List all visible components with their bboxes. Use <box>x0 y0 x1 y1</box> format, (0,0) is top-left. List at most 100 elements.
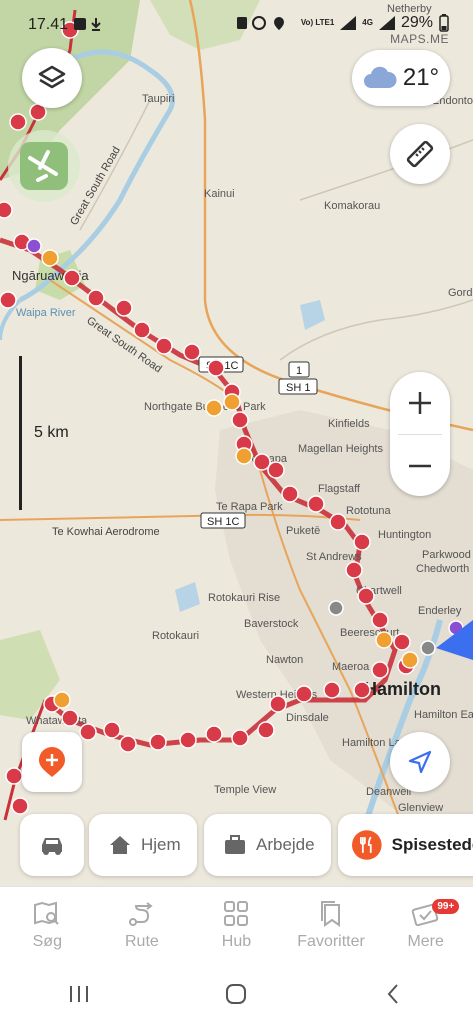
notification-icons <box>74 16 106 37</box>
map-pin[interactable] <box>0 201 13 219</box>
layers-icon <box>38 65 66 89</box>
map-label: Enderley <box>418 605 462 617</box>
map-label: Te Kowhai Aerodrome <box>52 526 160 538</box>
map-pin[interactable] <box>231 729 249 747</box>
map-pin[interactable] <box>61 709 79 727</box>
map-pin-orange[interactable] <box>375 631 393 649</box>
nav-more-label: Mere <box>407 933 444 950</box>
map-pin[interactable] <box>11 797 29 815</box>
map-pin[interactable] <box>103 721 121 739</box>
map-label: Huntington <box>378 529 431 541</box>
navigation-arrow-icon <box>408 750 432 774</box>
map-pin-orange[interactable] <box>223 393 241 411</box>
recent-apps-icon[interactable] <box>67 984 91 1004</box>
map-pin[interactable] <box>155 337 173 355</box>
map-pin-orange[interactable] <box>41 249 59 267</box>
map-pin[interactable] <box>0 291 17 309</box>
zoom-in-button[interactable] <box>390 372 450 434</box>
map-pin[interactable] <box>353 533 371 551</box>
map-pin[interactable] <box>205 725 223 743</box>
map-pin[interactable] <box>183 343 201 361</box>
map-label: Gordonton <box>448 287 473 299</box>
chip-restaurants-label: Spisesteder <box>391 835 473 854</box>
map-pin-orange[interactable] <box>235 447 253 465</box>
chip-home[interactable]: Hjem <box>89 814 197 876</box>
map-pin-orange[interactable] <box>53 691 71 709</box>
home-icon <box>110 836 130 854</box>
map-pin-purple[interactable] <box>26 238 42 254</box>
ruler-icon <box>406 140 434 168</box>
map-label: Parkwood <box>422 549 471 561</box>
map-pin[interactable] <box>371 661 389 679</box>
chip-work[interactable]: Arbejde <box>204 814 331 876</box>
map-pin[interactable] <box>281 485 299 503</box>
map-pin[interactable] <box>323 681 341 699</box>
restaurant-icon <box>352 830 382 860</box>
map-pin[interactable] <box>115 299 133 317</box>
home-nav-icon[interactable] <box>224 982 248 1006</box>
map-pin[interactable] <box>269 695 287 713</box>
scale-bar <box>19 356 22 510</box>
map-label: Temple View <box>214 784 276 796</box>
map-pin[interactable] <box>345 561 363 579</box>
map-pin[interactable] <box>329 513 347 531</box>
map-pin[interactable] <box>267 461 285 479</box>
scale-label: 5 km <box>34 424 69 441</box>
back-icon[interactable] <box>382 982 406 1006</box>
ruler-button[interactable] <box>390 124 450 184</box>
map-label: Kainui <box>204 188 235 200</box>
map-pin[interactable] <box>133 321 151 339</box>
map-pin[interactable] <box>63 269 81 287</box>
map-pin[interactable] <box>149 733 167 751</box>
map-label: Hamilton East <box>414 709 473 721</box>
map-label: Flagstaff <box>318 483 361 495</box>
map-label-city: Hamilton <box>364 679 441 699</box>
volte-label: Vo) LTE1 <box>300 18 335 27</box>
notification-badge: 99+ <box>432 899 460 914</box>
map-pin-gray[interactable] <box>328 600 344 616</box>
search-map-icon <box>34 901 60 925</box>
nav-search[interactable]: Søg <box>0 887 95 965</box>
map-pin[interactable] <box>353 681 371 699</box>
zoom-out-button[interactable] <box>390 435 450 497</box>
map-pin[interactable] <box>5 767 23 785</box>
nav-search-label: Søg <box>32 933 62 950</box>
nav-hub[interactable]: Hub <box>189 887 284 965</box>
map-pin[interactable] <box>231 411 249 429</box>
chip-car[interactable] <box>20 814 84 876</box>
map-label: Chedworth <box>416 563 469 575</box>
nav-more[interactable]: 99+ Mere <box>378 887 473 965</box>
map-pin-orange[interactable] <box>401 651 419 669</box>
map-pin[interactable] <box>393 633 411 651</box>
map-pin-orange[interactable] <box>205 399 223 417</box>
map-pin[interactable] <box>307 495 325 513</box>
nav-favorites[interactable]: Favoritter <box>284 887 379 965</box>
nav-route[interactable]: Rute <box>95 887 190 965</box>
map-pin[interactable] <box>79 723 97 741</box>
minus-icon <box>409 464 431 468</box>
briefcase-icon <box>225 835 245 854</box>
map-pin[interactable] <box>357 587 375 605</box>
map-label: Northgate Business Park <box>144 401 266 413</box>
weather-widget[interactable]: 21° <box>352 50 450 106</box>
map-pin[interactable] <box>207 359 225 377</box>
map-label: Magellan Heights <box>298 443 383 455</box>
map-pin-gray[interactable] <box>420 640 436 656</box>
route-icon <box>128 902 153 926</box>
my-location-button[interactable] <box>390 732 450 792</box>
map-pin[interactable] <box>295 685 313 703</box>
map-pin[interactable] <box>119 735 137 753</box>
layers-button[interactable] <box>22 48 82 108</box>
system-nav-bar <box>0 964 473 1024</box>
bookmarks-icon <box>321 901 341 927</box>
map-pin[interactable] <box>257 721 275 739</box>
map-pin[interactable] <box>179 731 197 749</box>
chip-work-label: Arbejde <box>256 835 315 854</box>
map-pin[interactable] <box>371 611 389 629</box>
nav-route-label: Rute <box>124 933 159 950</box>
map-pin[interactable] <box>87 289 105 307</box>
add-place-button[interactable] <box>22 732 82 792</box>
weather-temperature: 21° <box>402 64 440 91</box>
map-pin[interactable] <box>9 113 27 131</box>
chip-restaurants[interactable]: Spisesteder <box>338 814 473 876</box>
